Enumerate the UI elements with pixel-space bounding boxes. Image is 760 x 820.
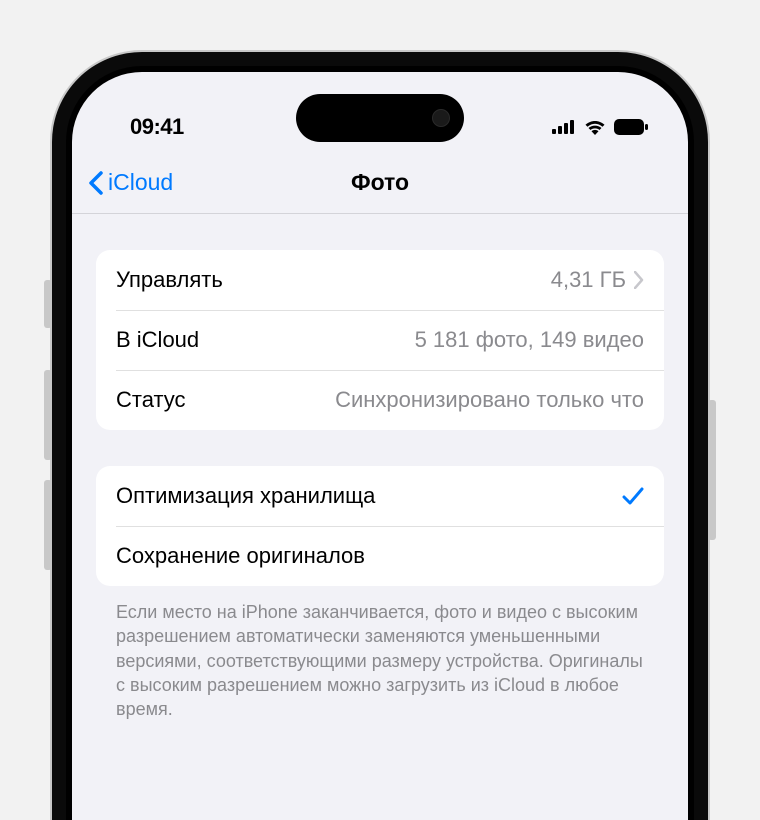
manage-value: 4,31 ГБ [551, 267, 626, 293]
manage-storage-row[interactable]: Управлять 4,31 ГБ [96, 250, 664, 310]
phone-side-button-volume-up [44, 370, 52, 460]
battery-icon [614, 119, 648, 135]
phone-side-button-silent [44, 280, 52, 328]
nav-bar: iCloud Фото [72, 152, 688, 214]
status-row: Статус Синхронизировано только что [96, 370, 664, 430]
dynamic-island [296, 94, 464, 142]
back-button[interactable]: iCloud [88, 169, 173, 196]
cellular-icon [552, 120, 576, 134]
status-icons [552, 119, 648, 135]
screen: 09:41 [72, 72, 688, 820]
status-label: Статус [116, 387, 186, 413]
checkmark-icon [622, 485, 644, 507]
phone-frame: 09:41 [52, 52, 708, 820]
back-label: iCloud [108, 169, 173, 196]
manage-label: Управлять [116, 267, 223, 293]
outer-container: 09:41 [0, 0, 760, 820]
optimize-storage-option[interactable]: Оптимизация хранилища [96, 466, 664, 526]
footer-explanation: Если место на iPhone заканчивается, фото… [96, 600, 664, 721]
phone-inner-border: 09:41 [66, 66, 694, 820]
wifi-icon [584, 119, 606, 135]
info-group: Управлять 4,31 ГБ В iCloud 5 181 фото, 1… [96, 250, 664, 430]
chevron-left-icon [88, 171, 104, 195]
storage-option-group: Оптимизация хранилища Сохранение оригина… [96, 466, 664, 586]
phone-side-button-power [708, 400, 716, 540]
optimize-label: Оптимизация хранилища [116, 483, 375, 509]
in-icloud-row: В iCloud 5 181 фото, 149 видео [96, 310, 664, 370]
nav-title: Фото [351, 169, 409, 196]
in-icloud-value: 5 181 фото, 149 видео [217, 327, 644, 353]
content: Управлять 4,31 ГБ В iCloud 5 181 фото, 1… [72, 214, 688, 721]
download-originals-option[interactable]: Сохранение оригиналов [96, 526, 664, 586]
chevron-right-icon [634, 271, 644, 289]
front-camera [432, 109, 450, 127]
status-time: 09:41 [130, 114, 184, 140]
in-icloud-label: В iCloud [116, 327, 199, 353]
download-label: Сохранение оригиналов [116, 543, 365, 569]
status-value: Синхронизировано только что [204, 387, 644, 413]
phone-side-button-volume-down [44, 480, 52, 570]
